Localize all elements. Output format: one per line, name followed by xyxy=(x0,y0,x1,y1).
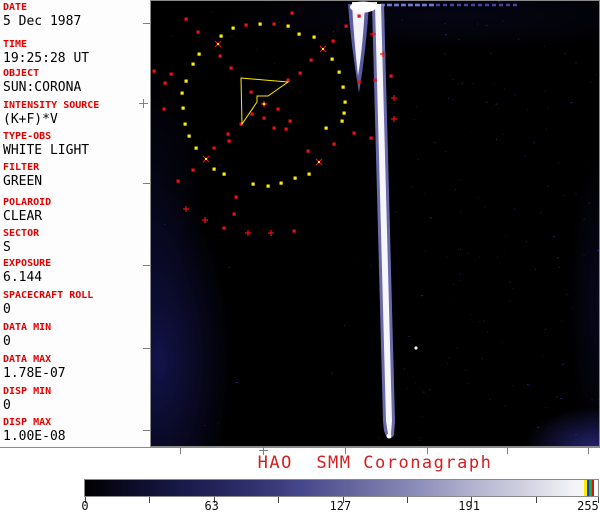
field-label: DISP MIN xyxy=(3,386,52,397)
metadata-field: SPACECRAFT ROLL 0 xyxy=(3,290,93,317)
metadata-field: FILTER GREEN xyxy=(3,162,42,189)
field-label: SPACECRAFT ROLL xyxy=(3,290,94,301)
colorbar-label: 0 xyxy=(81,499,89,512)
metadata-field: TIME 19:25:28 UT xyxy=(3,39,89,66)
colorbar-label: 127 xyxy=(329,499,352,512)
coronagraph-image xyxy=(150,0,600,447)
saturation-stripe xyxy=(592,480,594,496)
metadata-field: DATA MAX 1.78E-07 xyxy=(3,354,66,381)
metadata-field: DISP MIN 0 xyxy=(3,386,51,413)
colorbar-label: 63 xyxy=(204,499,219,512)
colorbar-tick xyxy=(278,497,280,503)
field-value: (K+F)*V xyxy=(3,112,58,127)
metadata-field: SECTOR S xyxy=(3,228,39,255)
field-label: DATE xyxy=(3,2,28,13)
metadata-field: INTENSITY SOURCE (K+F)*V xyxy=(3,100,99,127)
field-value: 1.78E-07 xyxy=(3,366,66,381)
field-value: GREEN xyxy=(3,174,43,189)
axis-tick xyxy=(143,430,150,431)
axis-tick xyxy=(143,348,150,349)
metadata-field: DATA MIN 0 xyxy=(3,322,51,349)
axis-tick xyxy=(143,265,150,266)
metadata-sidebar: DATE 5 Dec 1987 TIME 19:25:28 UT OBJECT SUN:C… xyxy=(0,0,150,447)
field-value: 5 Dec 1987 xyxy=(3,14,82,29)
metadata-field: DATE 5 Dec 1987 xyxy=(3,2,81,29)
field-value: 6.144 xyxy=(3,270,43,285)
colorbar-tick xyxy=(535,497,537,503)
field-label: TYPE-OBS xyxy=(3,131,52,142)
colorbar-tick xyxy=(406,497,408,503)
axis-tick xyxy=(143,99,144,108)
axis-tick xyxy=(143,183,150,184)
field-value: 1.00E-08 xyxy=(3,429,66,444)
image-title: HAO SMM Coronagraph xyxy=(257,453,493,473)
field-label: TIME xyxy=(3,39,28,50)
field-value: 19:25:28 UT xyxy=(3,51,90,66)
field-label: DATA MIN xyxy=(3,322,52,333)
metadata-field: OBJECT SUN:CORONA xyxy=(3,68,81,95)
field-label: DISP MAX xyxy=(3,417,52,428)
field-value: 0 xyxy=(3,334,11,349)
field-value: WHITE LIGHT xyxy=(3,143,90,158)
colorbar-label: 255 xyxy=(577,499,599,512)
colorbar xyxy=(84,479,599,497)
colorbar-tick xyxy=(149,497,151,503)
field-value: S xyxy=(3,240,11,255)
field-value: SUN:CORONA xyxy=(3,80,82,95)
field-label: DATA MAX xyxy=(3,354,52,365)
image-overlay xyxy=(152,1,600,447)
field-label: OBJECT xyxy=(3,68,40,79)
axis-baseline xyxy=(0,447,600,448)
field-value: CLEAR xyxy=(3,209,43,224)
field-value: 0 xyxy=(3,398,11,413)
field-label: FILTER xyxy=(3,162,40,173)
smm-coronagraph-viewer: DATE 5 Dec 1987 TIME 19:25:28 UT OBJECT SUN:C… xyxy=(0,0,600,512)
colorbar-label: 191 xyxy=(458,499,480,512)
metadata-field: DISP MAX 1.00E-08 xyxy=(3,417,66,444)
field-label: POLAROID xyxy=(3,197,52,208)
axis-tick xyxy=(143,23,150,24)
field-value: 0 xyxy=(3,302,11,317)
metadata-field: POLAROID CLEAR xyxy=(3,197,51,224)
field-label: EXPOSURE xyxy=(3,258,52,269)
field-label: INTENSITY SOURCE xyxy=(3,100,100,111)
metadata-field: TYPE-OBS WHITE LIGHT xyxy=(3,131,89,158)
field-label: SECTOR xyxy=(3,228,40,239)
metadata-field: EXPOSURE 6.144 xyxy=(3,258,51,285)
